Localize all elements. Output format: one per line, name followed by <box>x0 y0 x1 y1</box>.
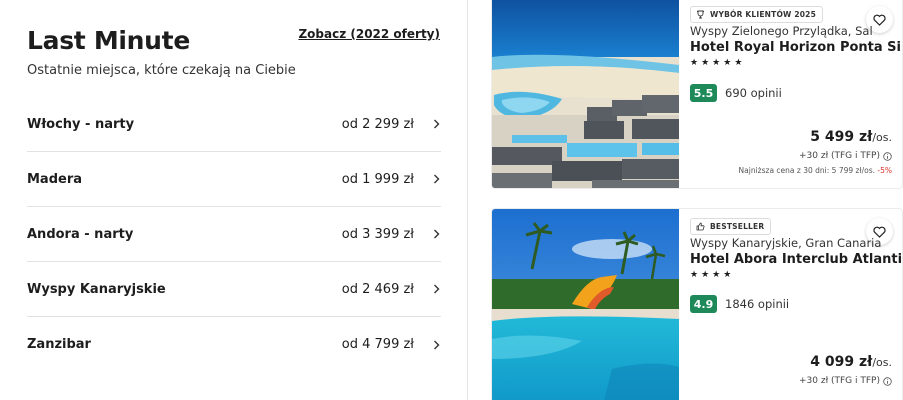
hotel-price: 4 099 zł/os. <box>810 354 892 370</box>
chevron-right-icon <box>432 174 441 184</box>
trophy-icon <box>697 10 704 19</box>
destination-row-andora[interactable]: Andora - narty od 3 399 zł <box>27 207 441 262</box>
hotel-location: Wyspy Kanaryjskie, Gran Canaria <box>690 236 882 250</box>
star-icon: ★ <box>723 270 732 280</box>
destination-price: od 2 299 zł <box>341 116 414 132</box>
star-icon: ★ <box>690 270 699 280</box>
chevron-right-icon <box>432 340 441 349</box>
last-minute-panel: Last Minute Zobacz (2022 oferty) Ostatni… <box>0 0 468 400</box>
price-per-person: /os. <box>872 356 892 369</box>
star-icon: ★ <box>723 58 732 68</box>
hotel-name[interactable]: Hotel Royal Horizon Ponta Sino <box>690 40 902 55</box>
price-value: 4 099 zł <box>810 354 873 370</box>
surcharge-text: +30 zł (TFG i TFP) <box>799 376 880 386</box>
surcharge-note: +30 zł (TFG i TFP) <box>799 376 892 386</box>
section-subtitle: Ostatnie miejsca, które czekają na Ciebi… <box>27 63 296 78</box>
hotel-stars: ★ ★ ★ ★ ★ <box>690 59 742 68</box>
price-per-person: /os. <box>872 131 892 144</box>
badge-label: WYBÓR KLIENTÓW 2025 <box>710 10 817 19</box>
destination-price: od 4 799 zł <box>341 337 414 352</box>
review-count[interactable]: 690 opinii <box>725 86 782 100</box>
hotel-info: BESTSELLER Wyspy Kanaryjskie, Gran Canar… <box>690 209 902 400</box>
destination-price: od 1 999 zł <box>341 171 414 187</box>
destination-name: Andora - narty <box>27 226 134 242</box>
destination-name: Wyspy Kanaryjskie <box>27 281 166 297</box>
surcharge-text: +30 zł (TFG i TFP) <box>799 151 880 161</box>
discount-percent: -5% <box>877 166 892 175</box>
destination-row-madera[interactable]: Madera od 1 999 zł <box>27 152 441 207</box>
destination-name: Włochy - narty <box>27 116 135 132</box>
chevron-right-icon <box>432 119 441 129</box>
hotel-rating: 5.5 690 opinii <box>690 84 782 102</box>
star-icon: ★ <box>701 270 710 280</box>
hotel-info: WYBÓR KLIENTÓW 2025 Wyspy Zielonego Przy… <box>690 0 902 188</box>
lowest-price-text: Najniższa cena z 30 dni: 5 799 zł/os. <box>738 166 875 175</box>
lowest-price-note: Najniższa cena z 30 dni: 5 799 zł/os. -5… <box>739 166 892 175</box>
destination-name: Madera <box>27 171 83 187</box>
info-icon[interactable] <box>883 151 892 161</box>
chevron-right-icon <box>432 229 441 239</box>
hotel-stars: ★ ★ ★ ★ <box>690 271 731 280</box>
bestseller-badge: BESTSELLER <box>690 218 772 235</box>
star-icon: ★ <box>690 58 699 68</box>
star-icon: ★ <box>712 58 721 68</box>
destination-row-wlochy[interactable]: Włochy - narty od 2 299 zł <box>27 97 441 152</box>
hotel-card[interactable]: WYBÓR KLIENTÓW 2025 Wyspy Zielonego Przy… <box>491 0 903 189</box>
section-title: Last Minute <box>27 26 190 55</box>
destination-price: od 3 399 zł <box>341 226 414 242</box>
thumbs-up-icon <box>696 222 705 231</box>
hotel-photo[interactable] <box>492 209 679 400</box>
hotel-name[interactable]: Hotel Abora Interclub Atlantic <box>690 252 902 267</box>
star-icon: ★ <box>712 270 721 280</box>
hotel-price: 5 499 zł/os. <box>810 129 892 145</box>
rating-score-badge: 4.9 <box>690 295 717 313</box>
hotel-location: Wyspy Zielonego Przylądka, Sal <box>690 24 873 38</box>
rating-score-badge: 5.5 <box>690 84 717 102</box>
surcharge-note: +30 zł (TFG i TFP) <box>799 151 892 161</box>
hotel-photo[interactable] <box>492 0 679 188</box>
customer-choice-badge: WYBÓR KLIENTÓW 2025 <box>690 6 824 23</box>
destination-row-wyspy-kanaryjskie[interactable]: Wyspy Kanaryjskie od 2 469 zł <box>27 262 441 317</box>
destination-list: Włochy - narty od 2 299 zł Madera od 1 9… <box>27 97 441 372</box>
review-count[interactable]: 1846 opinii <box>725 297 789 311</box>
badge-label: BESTSELLER <box>710 222 765 231</box>
price-value: 5 499 zł <box>810 129 873 145</box>
destination-row-zanzibar[interactable]: Zanzibar od 4 799 zł <box>27 317 441 372</box>
destination-price: od 2 469 zł <box>341 281 414 297</box>
hotel-rating: 4.9 1846 opinii <box>690 295 789 313</box>
chevron-right-icon <box>432 284 441 294</box>
info-icon[interactable] <box>883 376 892 386</box>
see-all-offers-link[interactable]: Zobacz (2022 oferty) <box>298 27 440 41</box>
destination-name: Zanzibar <box>27 337 91 352</box>
star-icon: ★ <box>701 58 710 68</box>
star-icon: ★ <box>734 58 743 68</box>
hotel-card[interactable]: BESTSELLER Wyspy Kanaryjskie, Gran Canar… <box>491 208 903 400</box>
